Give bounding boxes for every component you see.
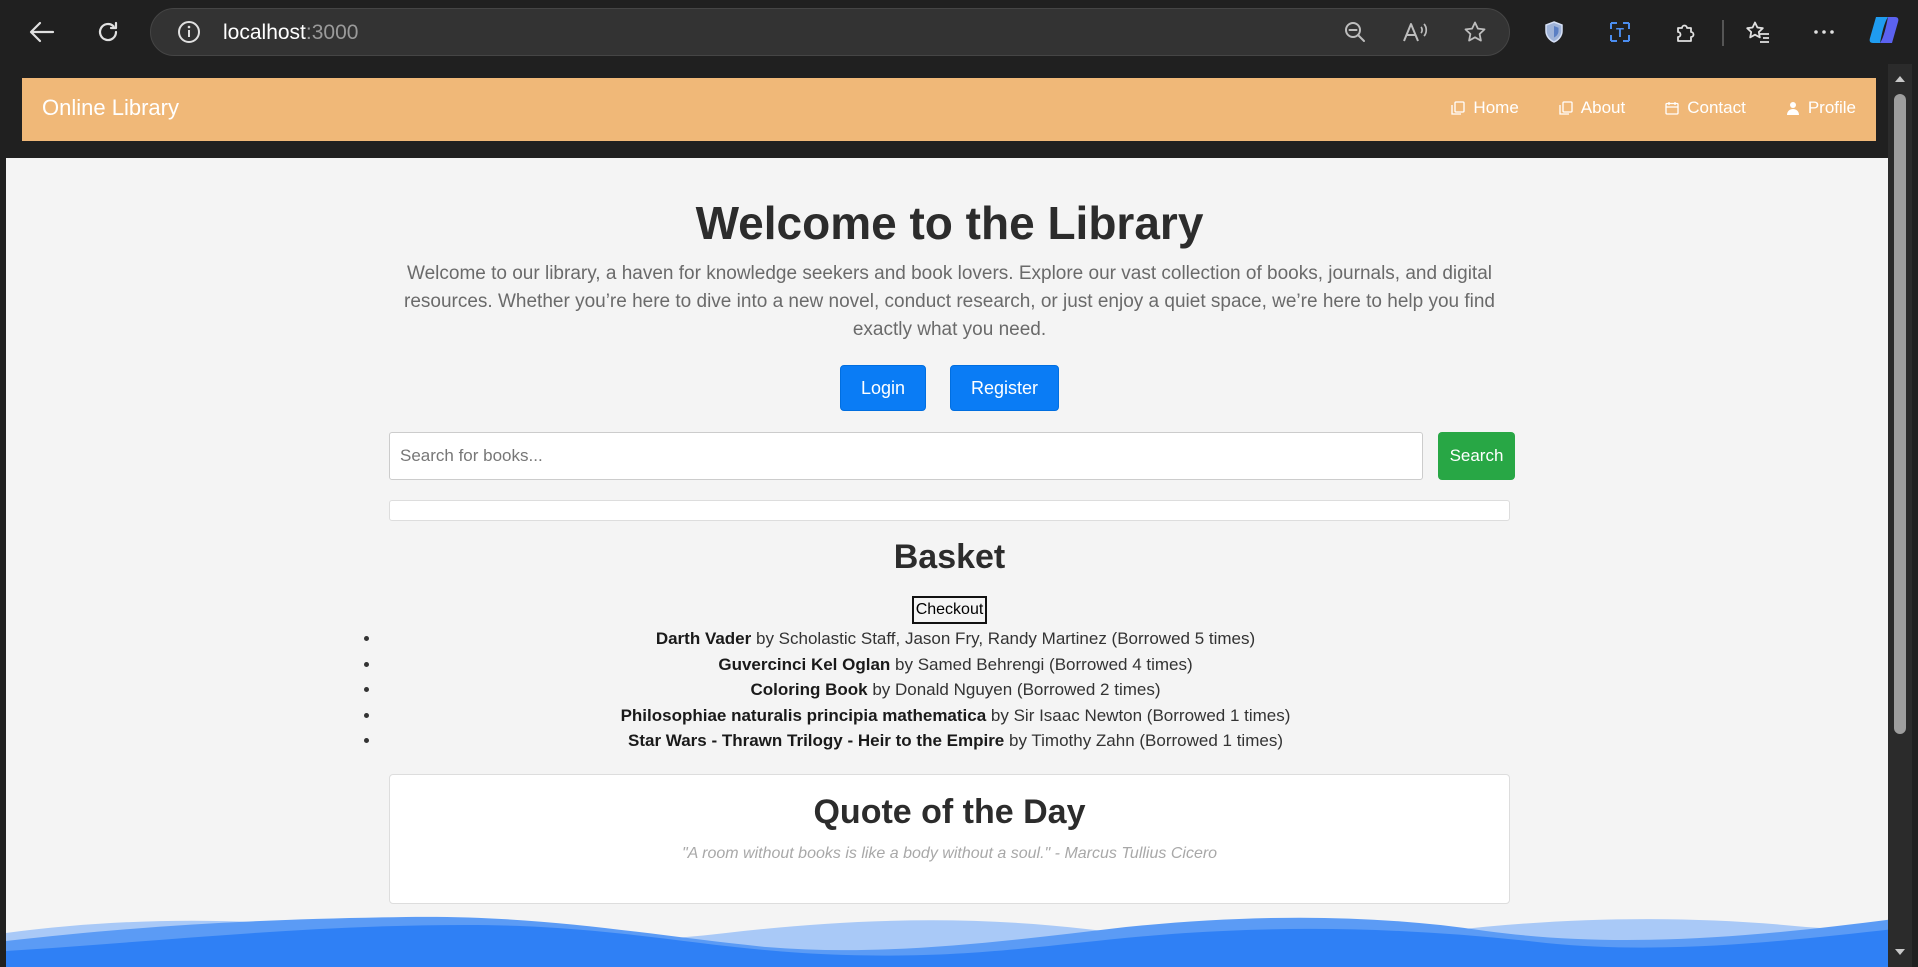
book-details: by Scholastic Staff, Jason Fry, Randy Ma…: [751, 629, 1256, 648]
list-item: Darth Vader by Scholastic Staff, Jason F…: [381, 626, 1530, 652]
zoom-out-icon[interactable]: [1335, 12, 1375, 52]
checkout-wrap: Checkout: [389, 596, 1510, 624]
user-icon: [1786, 102, 1799, 115]
basket-list: Darth Vader by Scholastic Staff, Jason F…: [369, 626, 1530, 754]
quote-card: Quote of the Day "A room without books i…: [389, 774, 1510, 904]
page-viewport: Online Library Home About Contact Profil…: [6, 64, 1894, 967]
basket-title: Basket: [893, 538, 1006, 576]
book-title: Guvercinci Kel Oglan: [718, 654, 891, 674]
search-bar: Search: [389, 432, 1515, 480]
read-aloud-icon[interactable]: [1395, 12, 1435, 52]
more-options-icon[interactable]: [1804, 12, 1844, 52]
favorite-star-icon[interactable]: [1455, 12, 1495, 52]
url-text: localhost:3000: [223, 21, 359, 44]
nav-about-link[interactable]: About: [1559, 98, 1625, 118]
nav-about-label: About: [1580, 98, 1626, 117]
nav-links: Home About Contact Profile: [1451, 98, 1856, 118]
book-details: by Samed Behrengi (Borrowed 4 times): [890, 654, 1193, 674]
footer-wave: [6, 916, 1894, 967]
vertical-scrollbar[interactable]: [1888, 64, 1912, 967]
site-info-icon[interactable]: [169, 12, 209, 52]
svg-text:T: T: [1616, 25, 1624, 40]
login-button[interactable]: Login: [839, 365, 926, 411]
browser-toolbar: localhost:3000 T: [0, 0, 1918, 64]
book-title: Coloring Book: [750, 680, 868, 699]
favorites-icon[interactable]: [1738, 12, 1778, 52]
book-title: Star Wars - Thrawn Trilogy - Heir to the…: [628, 731, 1005, 750]
search-results: [389, 500, 1510, 521]
nav-contact-label: Contact: [1687, 98, 1746, 117]
book-details: by Donald Nguyen (Borrowed 2 times): [867, 680, 1161, 699]
address-bar[interactable]: localhost:3000: [150, 8, 1510, 56]
translate-icon[interactable]: T: [1600, 12, 1640, 52]
register-button[interactable]: Register: [950, 365, 1060, 411]
scrollbar-thumb[interactable]: [1894, 94, 1906, 734]
list-item: Guvercinci Kel Oglan by Samed Behrengi (…: [381, 652, 1530, 678]
book-title: Philosophiae naturalis principia mathema…: [620, 705, 987, 725]
calendar-icon: [1665, 102, 1679, 115]
refresh-icon[interactable]: [88, 12, 128, 52]
list-item: Coloring Book by Donald Nguyen (Borrowed…: [381, 677, 1530, 703]
back-icon[interactable]: [22, 12, 62, 52]
copy-icon: [1559, 101, 1573, 115]
shield-icon[interactable]: [1534, 12, 1574, 52]
hero-title: Welcome to the Library: [695, 197, 1204, 249]
nav-profile-label: Profile: [1807, 98, 1856, 117]
brand-logo-link[interactable]: Online Library: [42, 95, 179, 121]
search-button[interactable]: Search: [1438, 432, 1515, 480]
list-item: Star Wars - Thrawn Trilogy - Heir to the…: [381, 728, 1530, 754]
nav-contact-link[interactable]: Contact: [1665, 98, 1746, 118]
quote-text: "A room without books is like a body wit…: [681, 845, 1218, 862]
copilot-icon[interactable]: [1864, 10, 1904, 50]
nav-profile-link[interactable]: Profile: [1786, 98, 1856, 118]
book-details: by Timothy Zahn (Borrowed 1 times): [1004, 731, 1283, 750]
quote-title: Quote of the Day: [813, 793, 1086, 831]
scroll-up-arrow-icon[interactable]: [1888, 68, 1912, 90]
book-title: Darth Vader: [655, 629, 752, 648]
book-details: by Sir Isaac Newton (Borrowed 1 times): [986, 705, 1291, 725]
extensions-puzzle-icon[interactable]: [1666, 12, 1706, 52]
scroll-down-arrow-icon[interactable]: [1888, 941, 1912, 963]
hero-description: Welcome to our library, a haven for know…: [404, 263, 1495, 340]
checkout-button[interactable]: Checkout: [911, 596, 988, 624]
search-input[interactable]: [389, 432, 1423, 480]
auth-buttons: Login Register: [389, 365, 1510, 411]
list-item: Philosophiae naturalis principia mathema…: [381, 703, 1530, 729]
main-container: Welcome to the Library Welcome to our li…: [389, 64, 1515, 967]
toolbar-separator: [1722, 20, 1724, 46]
